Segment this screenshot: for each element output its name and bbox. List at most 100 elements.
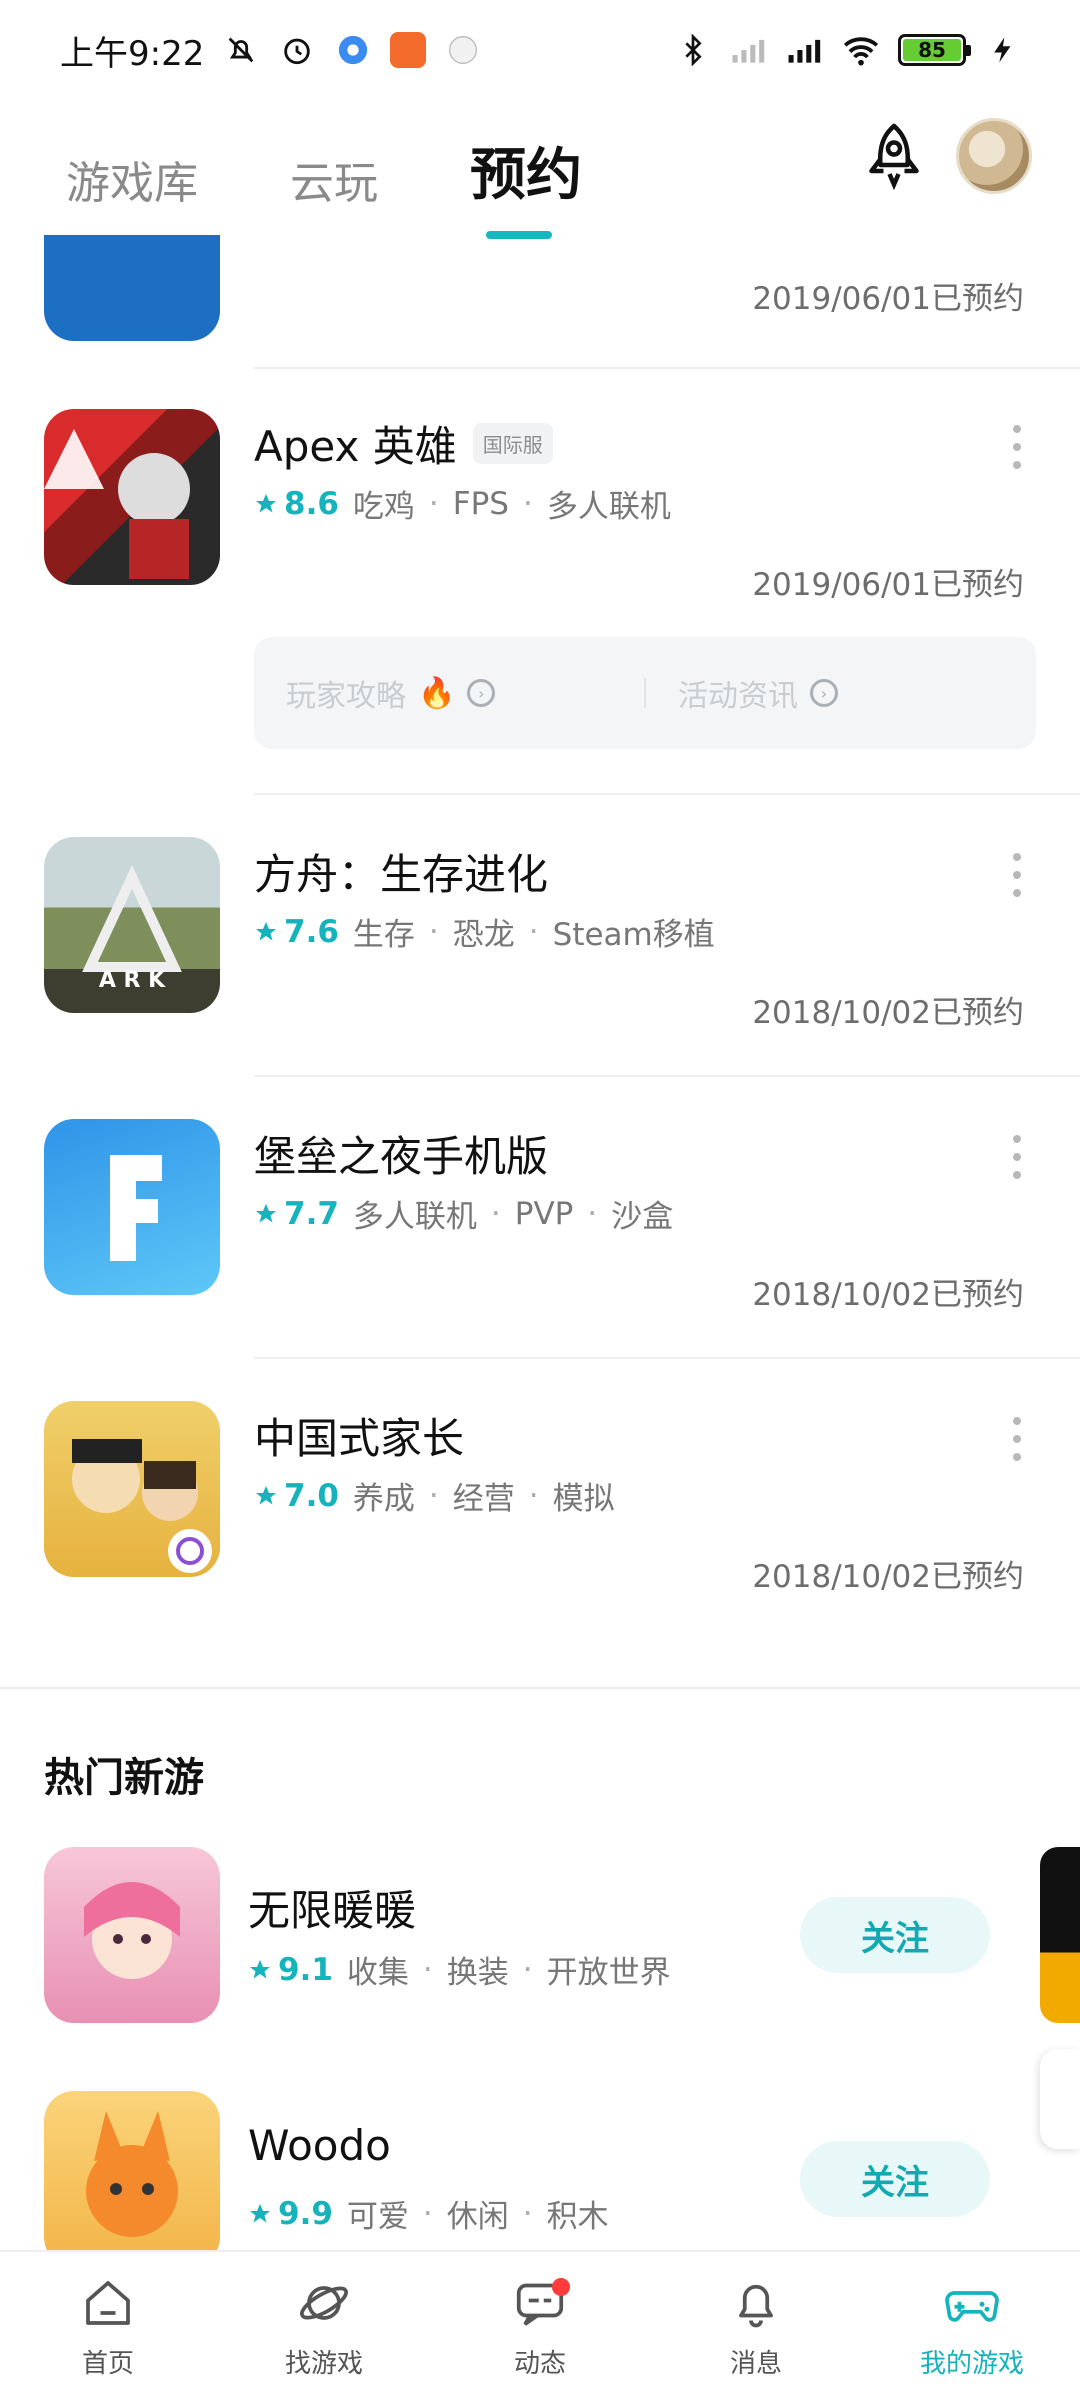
tag: PVP (514, 1195, 574, 1232)
rating-value: 7.0 (284, 1477, 339, 1514)
rating-value: 8.6 (284, 485, 339, 522)
rating: 7.0 (254, 1478, 339, 1514)
app-notification-icon (390, 32, 427, 68)
tag: 生存 (352, 917, 415, 953)
nav-label: 首页 (81, 2348, 134, 2379)
nav-discover[interactable]: 找游戏 (216, 2252, 432, 2400)
game-title: Apex 英雄 (254, 422, 457, 471)
server-badge: 国际服 (472, 423, 553, 464)
user-avatar[interactable] (956, 118, 1032, 194)
game-icon (44, 1847, 220, 2023)
charging-icon (984, 31, 1022, 69)
divider (254, 367, 1080, 369)
app-notification-icon (334, 31, 372, 69)
game-meta: 8.6 吃鸡 · FPS · 多人联机 (254, 481, 671, 526)
nav-label: 找游戏 (284, 2348, 363, 2379)
bluetooth-icon (674, 31, 712, 69)
app-notification-icon (444, 31, 482, 69)
notification-dot (552, 2278, 570, 2296)
tag: 沙盒 (611, 1199, 674, 1235)
tag: 休闲 (446, 2199, 509, 2235)
sub-link-guide[interactable]: 玩家攻略 🔥 › (254, 671, 644, 715)
top-header: 游戏库 云玩 预约 (0, 100, 1080, 239)
follow-button[interactable]: 关注 (800, 2141, 990, 2217)
game-meta: 9.9 可爱 · 休闲 · 积木 (248, 2191, 609, 2236)
sub-link-label: 玩家攻略 (286, 679, 406, 714)
more-options-icon[interactable] (1004, 847, 1030, 903)
game-icon (44, 1119, 220, 1295)
planet-icon (300, 2285, 348, 2320)
tag: 积木 (546, 2199, 609, 2235)
star-icon (256, 1485, 276, 1504)
tag: 换装 (446, 1955, 509, 1991)
game-icon (44, 1401, 220, 1577)
tag: 吃鸡 (352, 489, 415, 525)
floating-download-button[interactable] (1040, 2049, 1080, 2149)
wifi-icon (842, 31, 880, 69)
rating-value: 9.1 (278, 1951, 333, 1988)
tag: 可爱 (346, 2199, 409, 2235)
game-title: 方舟：生存进化 (254, 850, 549, 899)
more-options-icon[interactable] (1004, 419, 1030, 475)
rocket-icon[interactable] (858, 120, 930, 192)
arrow-circle-icon: › (810, 679, 838, 707)
more-options-icon[interactable] (1004, 1411, 1030, 1467)
game-name: Apex 英雄 国际服 (254, 413, 553, 474)
tag: 多人联机 (352, 1199, 477, 1235)
rating: 9.1 (248, 1952, 333, 1988)
nav-home[interactable]: 首页 (0, 2252, 216, 2400)
section-divider (0, 1687, 1080, 1689)
nav-feed[interactable]: 动态 (432, 2252, 648, 2400)
divider (254, 793, 1080, 795)
signal-hd-icon (786, 31, 824, 69)
bottom-navigation: 首页 找游戏 动态 消息 我的游戏 (0, 2250, 1080, 2400)
tag: 经营 (452, 1481, 515, 1517)
follow-button[interactable]: 关注 (800, 1897, 990, 1973)
tag: 养成 (352, 1481, 415, 1517)
tag: 多人联机 (546, 489, 671, 525)
bell-muted-icon (222, 31, 260, 69)
star-icon (256, 493, 276, 512)
reservation-date: 2019/06/01已预约 (752, 567, 1024, 603)
game-title: 堡垒之夜手机版 (254, 1132, 549, 1181)
game-icon (44, 409, 220, 585)
nav-messages[interactable]: 消息 (648, 2252, 864, 2400)
bell-icon (739, 2284, 773, 2327)
section-title-hot-games: 热门新游 (44, 1755, 204, 1801)
rating: 7.6 (254, 914, 339, 950)
nav-label: 消息 (729, 2348, 782, 2379)
divider (254, 1075, 1080, 1077)
more-options-icon[interactable] (1004, 1129, 1030, 1185)
battery-icon: 85 (898, 34, 971, 66)
alarm-icon (278, 31, 316, 69)
tab-reservations[interactable]: 预约 (470, 130, 582, 239)
status-time: 上午9:22 (60, 33, 205, 74)
star-icon (250, 2203, 270, 2222)
nav-my-games[interactable]: 我的游戏 (864, 2252, 1080, 2400)
tab-game-library[interactable]: 游戏库 (66, 147, 198, 211)
game-title: 无限暖暖 (248, 1886, 417, 1935)
tag: Steam移植 (552, 917, 715, 953)
arrow-circle-icon: › (467, 679, 496, 707)
star-icon (250, 1959, 270, 1978)
game-title: 中国式家长 (254, 1414, 465, 1463)
status-bar: 上午9:22 85 (0, 0, 1080, 100)
reservation-date: 2018/10/02已预约 (752, 1559, 1024, 1595)
next-card-peek[interactable] (1040, 1847, 1080, 2023)
tag: 模拟 (552, 1481, 615, 1517)
reservation-date: 2019/06/01已预约 (752, 281, 1024, 317)
tab-cloud-play[interactable]: 云玩 (290, 147, 378, 211)
tag: 恐龙 (452, 917, 515, 953)
gamepad-icon (945, 2290, 999, 2322)
divider (254, 1357, 1080, 1359)
game-meta: 7.6 生存 · 恐龙 · Steam移植 (254, 909, 715, 954)
rating: 8.6 (254, 486, 339, 522)
sub-link-news[interactable]: 活动资讯 › (646, 671, 1036, 715)
svg-text:A R K: A R K (99, 968, 166, 993)
fire-icon: 🔥 (418, 675, 456, 711)
nav-label: 动态 (513, 2348, 566, 2379)
rating-value: 7.6 (284, 913, 339, 950)
battery-level: 85 (903, 38, 961, 62)
rating-value: 9.9 (278, 2195, 333, 2232)
rating-value: 7.7 (284, 1195, 339, 1232)
